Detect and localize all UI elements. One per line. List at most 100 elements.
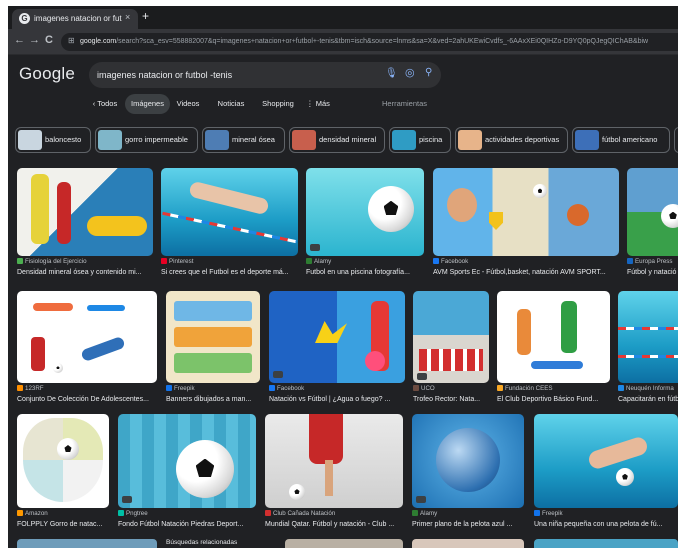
result-tile[interactable]: 123RF Conjunto De Colección De Adolescen…: [17, 291, 157, 406]
result-image[interactable]: [497, 291, 610, 383]
site-info-icon[interactable]: ⊞: [68, 36, 75, 45]
tools-button[interactable]: Herramientas: [382, 94, 427, 114]
result-image[interactable]: [269, 291, 405, 383]
result-image[interactable]: [17, 414, 109, 508]
search-icon[interactable]: ⚲: [425, 67, 432, 78]
result-caption[interactable]: Trofeo Rector: Nata...: [413, 395, 489, 404]
search-input[interactable]: [97, 66, 367, 84]
chip-mineral-osea[interactable]: mineral ósea: [202, 127, 285, 153]
back-arrow-icon[interactable]: ←: [14, 34, 25, 46]
google-logo[interactable]: Google: [19, 64, 75, 84]
source-name: Facebook: [441, 258, 469, 265]
chip-gorro-impermeable[interactable]: gorro impermeable: [95, 127, 198, 153]
video-badge-icon: [273, 371, 283, 378]
chip-overflow[interactable]: [674, 127, 678, 153]
result-image-partial[interactable]: [17, 539, 157, 548]
result-tile[interactable]: Pngtree Fondo Fútbol Natación Piedras De…: [118, 414, 256, 532]
result-tile[interactable]: Alamy Futbol en una piscina fotografía..…: [306, 168, 424, 278]
result-caption[interactable]: Fondo Fútbol Natación Piedras Deport...: [118, 520, 256, 529]
result-caption[interactable]: Primer plano de la pelota azul ...: [412, 520, 524, 529]
filter-news[interactable]: Noticias: [213, 94, 249, 114]
lane-rope: [618, 327, 678, 330]
result-caption[interactable]: Natación vs Fútbol | ¿Agua o fuego? ...: [269, 395, 405, 404]
result-image[interactable]: [413, 291, 489, 383]
result-tile[interactable]: Neuquén Informa Capacitarán en fútb: [618, 291, 678, 406]
result-image[interactable]: [627, 168, 678, 256]
address-bar[interactable]: ⊞ google.com/search?sca_esv=558882007&q=…: [61, 33, 678, 51]
chip-label: gorro impermeable: [125, 135, 188, 144]
result-image[interactable]: [412, 414, 524, 508]
result-caption[interactable]: Fútbol y natació: [627, 268, 678, 277]
video-badge-icon: [310, 244, 320, 251]
result-tile[interactable]: Fundación CEES El Club Deportivo Básico …: [497, 291, 610, 406]
result-image[interactable]: [17, 291, 157, 383]
source-icon: [17, 258, 23, 264]
video-badge-icon: [417, 373, 427, 380]
result-tile[interactable]: UCO Trofeo Rector: Nata...: [413, 291, 489, 406]
result-tile[interactable]: Club Cañada Natación Mundial Qatar. Fútb…: [265, 414, 403, 532]
result-caption[interactable]: Conjunto De Colección De Adolescentes...: [17, 395, 157, 404]
microphone-icon[interactable]: 🎙: [385, 68, 398, 79]
result-tile[interactable]: Amazon FOLPPLY Gorro de natac...: [17, 414, 109, 532]
result-image[interactable]: [265, 414, 403, 508]
lens-camera-icon[interactable]: ◎: [405, 66, 415, 79]
result-image[interactable]: [534, 414, 678, 508]
result-caption[interactable]: Si crees que el Futbol es el deporte má.…: [161, 268, 298, 277]
result-tile[interactable]: Pinterest Si crees que el Futbol es el d…: [161, 168, 298, 278]
chip-futbol-americano[interactable]: fútbol americano: [572, 127, 670, 153]
filter-more[interactable]: ⋮ Más: [306, 94, 330, 114]
result-tile[interactable]: Europa Press Fútbol y natació: [627, 168, 678, 278]
result-image[interactable]: [17, 168, 153, 256]
result-source: Europa Press: [627, 258, 673, 266]
chip-thumbnail: [98, 130, 122, 150]
source-icon: [618, 385, 624, 391]
lane-rope: [162, 211, 297, 244]
result-caption[interactable]: El Club Deportivo Básico Fund...: [497, 395, 610, 404]
club-shield-icon: [489, 212, 503, 230]
result-caption[interactable]: Futbol en una piscina fotografía...: [306, 268, 424, 277]
new-tab-icon[interactable]: +: [142, 9, 149, 23]
chip-densidad-mineral[interactable]: densidad mineral: [289, 127, 385, 153]
result-caption[interactable]: Capacitarán en fútb: [618, 395, 678, 404]
forward-arrow-icon[interactable]: →: [29, 34, 40, 46]
chip-actividades-deportivas[interactable]: actividades deportivas: [455, 127, 568, 153]
filter-videos[interactable]: Videos: [173, 94, 203, 114]
result-image[interactable]: [618, 291, 678, 383]
result-tile[interactable]: Freepik Banners dibujados a man...: [166, 291, 260, 406]
result-image[interactable]: [433, 168, 619, 256]
filter-all[interactable]: ‹ Todos: [88, 94, 122, 114]
chip-label: densidad mineral: [319, 135, 377, 144]
result-caption[interactable]: Banners dibujados a man...: [166, 395, 260, 404]
filter-shopping[interactable]: Shopping: [258, 94, 298, 114]
result-caption[interactable]: Densidad mineral ósea y contenido mi...: [17, 268, 153, 277]
result-tile[interactable]: Facebook AVM Sports Ec - Fútbol,basket, …: [433, 168, 619, 278]
chip-thumbnail: [575, 130, 599, 150]
result-image[interactable]: [306, 168, 424, 256]
result-tile[interactable]: Alamy Primer plano de la pelota azul ...: [412, 414, 524, 532]
browser-tab[interactable]: G imagenes natacion or futbol -t ×: [12, 9, 138, 29]
result-image-partial[interactable]: [412, 539, 524, 548]
result-tile[interactable]: Fisiología del Ejercicio Densidad minera…: [17, 168, 153, 278]
result-caption[interactable]: FOLPPLY Gorro de natac...: [17, 520, 109, 529]
result-source: Freepik: [166, 385, 195, 393]
result-tile[interactable]: Facebook Natación vs Fútbol | ¿Agua o fu…: [269, 291, 405, 406]
result-tile[interactable]: Freepik Una niña pequeña con una pelota …: [534, 414, 678, 532]
result-caption[interactable]: Una niña pequeña con una pelota de fú...: [534, 520, 678, 529]
source-name: Pinterest: [169, 258, 194, 265]
close-tab-icon[interactable]: ×: [125, 12, 130, 22]
result-image[interactable]: [161, 168, 298, 256]
result-caption[interactable]: Mundial Qatar. Fútbol y natación - Club …: [265, 520, 403, 529]
result-image[interactable]: [118, 414, 256, 508]
reload-icon[interactable]: C: [45, 34, 53, 46]
result-caption[interactable]: AVM Sports Ec - Fútbol,basket, natación …: [433, 268, 619, 277]
soccer-ball-graphic: [289, 484, 305, 500]
result-image-partial[interactable]: [534, 539, 678, 548]
banner-graphic: [174, 327, 252, 347]
filter-images[interactable]: Imágenes: [125, 94, 170, 114]
search-box[interactable]: 🎙 ◎ ⚲: [89, 62, 441, 88]
result-image[interactable]: [166, 291, 260, 383]
result-image-partial[interactable]: [285, 539, 403, 548]
result-source: 123RF: [17, 385, 44, 393]
chip-piscina[interactable]: piscina: [389, 127, 451, 153]
chip-baloncesto[interactable]: baloncesto: [15, 127, 91, 153]
